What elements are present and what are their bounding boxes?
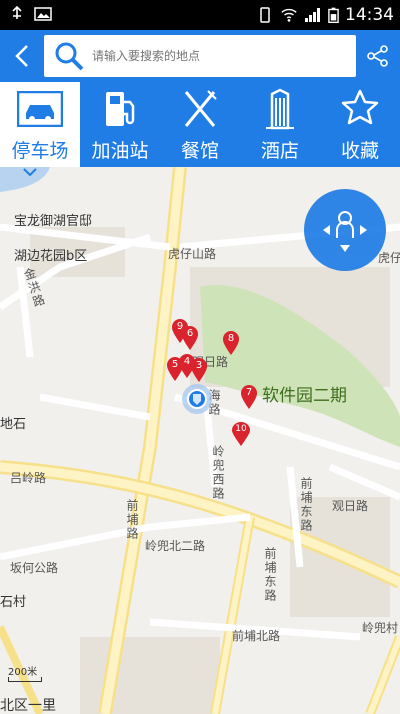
- place-label: 湖边花园b区: [14, 249, 88, 264]
- status-time: 14:34: [345, 5, 394, 25]
- road-label: 岭兜北二路: [145, 539, 206, 553]
- current-location-icon: [182, 384, 212, 414]
- road-label: 坂何公路: [10, 561, 59, 575]
- search-header: [0, 30, 400, 82]
- parking-marker[interactable]: 3: [190, 357, 208, 383]
- road-label: 吕岭路: [10, 471, 47, 485]
- category-hotel[interactable]: 酒店: [240, 82, 320, 167]
- road-label: 前埔路: [125, 499, 139, 541]
- search-box[interactable]: [44, 35, 356, 77]
- parking-marker[interactable]: 6: [181, 325, 199, 351]
- parking-marker[interactable]: 10: [231, 421, 251, 447]
- road-label: 虎仔山路: [168, 247, 217, 261]
- place-label: 软件园二期: [262, 386, 347, 406]
- category-label: 酒店: [260, 140, 299, 162]
- parking-marker[interactable]: 8: [222, 330, 240, 356]
- parking-marker[interactable]: 7: [240, 384, 258, 410]
- place-label: 石村: [0, 595, 27, 610]
- car-icon: [17, 91, 63, 127]
- place-label: 宝龙御湖官邸: [14, 214, 93, 229]
- category-parking[interactable]: 停车场: [0, 82, 80, 167]
- map-view[interactable]: 宝龙御湖官邸 湖边花园b区 软件园二期 地石 石村 虎仔山路 金洪路 观日路 前…: [0, 167, 400, 714]
- building-icon: [266, 88, 294, 130]
- road-label: 前埔东路: [263, 547, 277, 603]
- share-icon[interactable]: [364, 42, 392, 70]
- category-gas-station[interactable]: 加油站: [80, 82, 160, 167]
- search-icon: [55, 42, 84, 71]
- person-direction-icon: [323, 211, 367, 252]
- locate-button[interactable]: [304, 189, 386, 271]
- category-label: 收藏: [340, 140, 379, 162]
- road-label: 观日路: [332, 499, 369, 513]
- road-label: 前埔东路: [299, 477, 313, 533]
- category-label: 停车场: [11, 140, 69, 162]
- back-button[interactable]: [6, 40, 38, 72]
- signal-icon: [305, 8, 320, 22]
- map-scale-bar: [8, 677, 42, 682]
- category-restaurant[interactable]: 餐馆: [160, 82, 240, 167]
- usb-icon: [12, 6, 22, 19]
- map-scale-label: 200米: [8, 667, 38, 678]
- gas-pump-icon: [106, 92, 135, 126]
- road-label: 岭兜村: [362, 621, 399, 635]
- chevron-left-icon: [15, 45, 28, 67]
- road-label: 北区一里: [0, 698, 56, 714]
- road-label: 岭兜西路: [211, 445, 225, 501]
- image-icon: [34, 7, 52, 21]
- star-icon: [341, 89, 379, 125]
- fork-knife-icon: [184, 90, 217, 127]
- road-label: 虎仔: [378, 251, 400, 265]
- vibrate-icon: [260, 7, 270, 23]
- search-input[interactable]: [86, 35, 356, 77]
- category-bar: 停车场 加油站 餐馆 酒店 收藏: [0, 82, 400, 167]
- category-label: 加油站: [91, 140, 149, 162]
- status-bar: 14:34: [0, 0, 400, 30]
- category-label: 餐馆: [180, 140, 219, 162]
- road-label: 前埔北路: [232, 629, 281, 643]
- battery-icon: [328, 7, 339, 24]
- wifi-icon: [281, 8, 297, 22]
- category-favorites[interactable]: 收藏: [320, 82, 400, 167]
- place-label: 地石: [0, 417, 27, 432]
